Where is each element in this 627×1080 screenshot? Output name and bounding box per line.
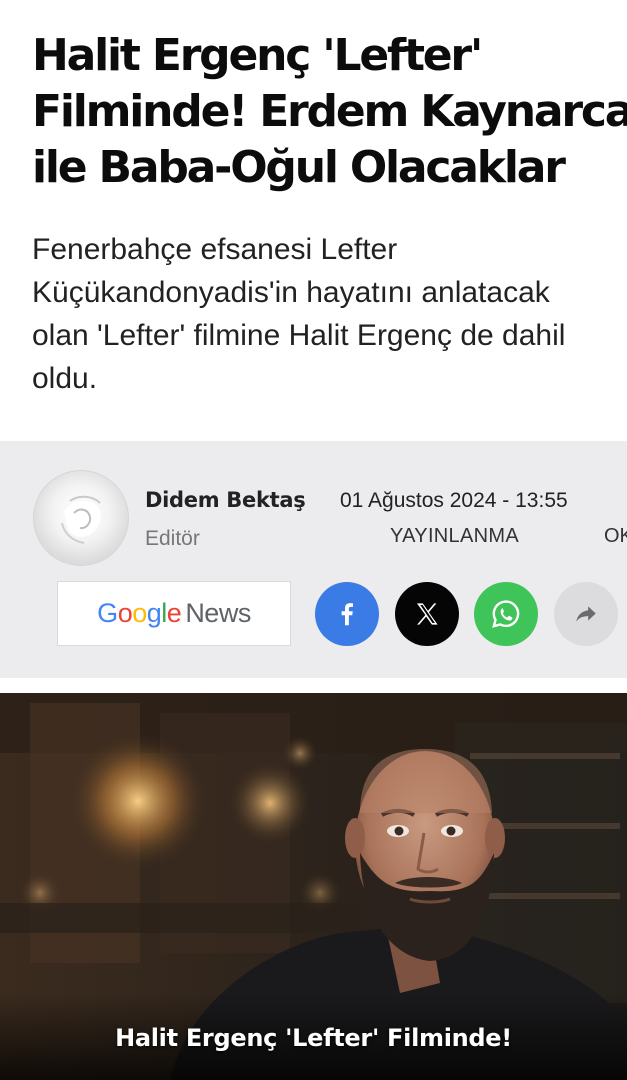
x-share-button[interactable] (395, 582, 459, 646)
more-share-button[interactable] (554, 582, 618, 646)
reading-time-label: OKUMA (604, 525, 627, 547)
author-name[interactable]: Didem Bektaş (145, 488, 306, 512)
whatsapp-share-button[interactable] (474, 582, 538, 646)
google-news-logo-news: News (185, 598, 251, 628)
hero-photo (0, 693, 627, 1080)
author-avatar[interactable] (33, 470, 129, 566)
google-news-button[interactable]: Google News (57, 581, 291, 646)
hero-caption: Halit Ergenç 'Lefter' Filminde! (115, 1024, 512, 1052)
article-summary: Fenerbahçe efsanesi Lefter Küçükandonyad… (32, 233, 566, 395)
publish-date: 01 Ağustos 2024 - 13:55 (340, 489, 568, 512)
publish-label: YAYINLANMA (390, 525, 519, 547)
share-arrow-icon (576, 606, 596, 622)
x-icon (417, 603, 438, 625)
facebook-share-button[interactable] (315, 582, 379, 646)
whatsapp-icon (492, 600, 520, 628)
google-news-logo-google: Google (97, 598, 182, 628)
author-role: Editör (145, 527, 200, 550)
article-headline: Halit Ergenç 'Lefter' Filminde! Erdem Ka… (32, 30, 627, 193)
avatar-photo (61, 495, 101, 544)
article-hero-image[interactable] (0, 693, 627, 1080)
facebook-icon (341, 603, 353, 626)
